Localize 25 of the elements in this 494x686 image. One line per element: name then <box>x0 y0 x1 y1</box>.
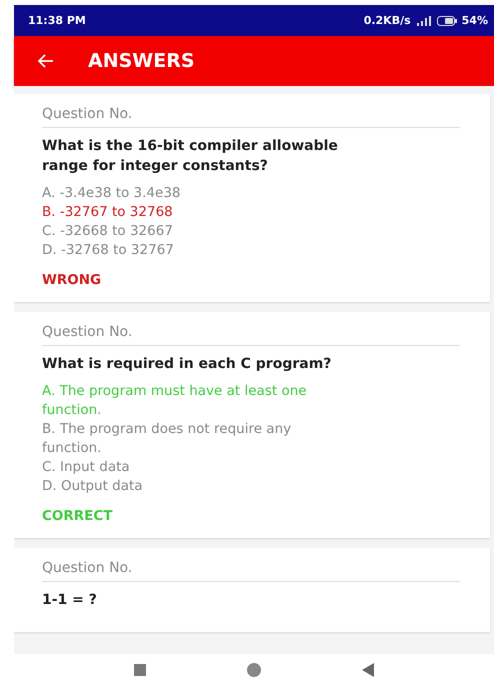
question-text: 1-1 = ? <box>42 591 98 610</box>
answer-option: D. -32768 to 32767 <box>42 241 340 260</box>
result-text: CORRECT <box>42 508 114 524</box>
question-label: Question No. <box>42 324 460 346</box>
answer-option: B. -32767 to 32768 <box>42 203 340 222</box>
clock: 11:38 PM <box>28 14 86 27</box>
signal-icon <box>416 16 432 26</box>
answer-option: C. -32668 to 32667 <box>42 222 340 241</box>
battery-level: 54% <box>462 14 488 27</box>
result-text: WRONG <box>42 272 102 288</box>
answer-option: A. -3.4e38 to 3.4e38 <box>42 184 340 203</box>
battery-icon <box>436 16 457 26</box>
answer-option: B. The program does not require any function. <box>42 420 340 458</box>
question-label: Question No. <box>42 560 460 582</box>
question-text: What is required in each C program? <box>42 355 332 374</box>
question-label: Question No. <box>42 106 460 128</box>
back-icon[interactable] <box>362 663 374 677</box>
question-text: What is the 16-bit compiler allowable range for integer constants? <box>42 137 339 176</box>
answer-option: D. Output data <box>42 477 340 496</box>
page-title: ANSWERS <box>88 50 195 72</box>
answer-option: A. The program must have at least one function. <box>42 382 340 420</box>
network-speed: 0.2KB/s <box>364 14 411 27</box>
answer-option: C. Input data <box>42 458 340 477</box>
back-button[interactable] <box>38 54 54 68</box>
home-icon[interactable] <box>246 662 262 678</box>
